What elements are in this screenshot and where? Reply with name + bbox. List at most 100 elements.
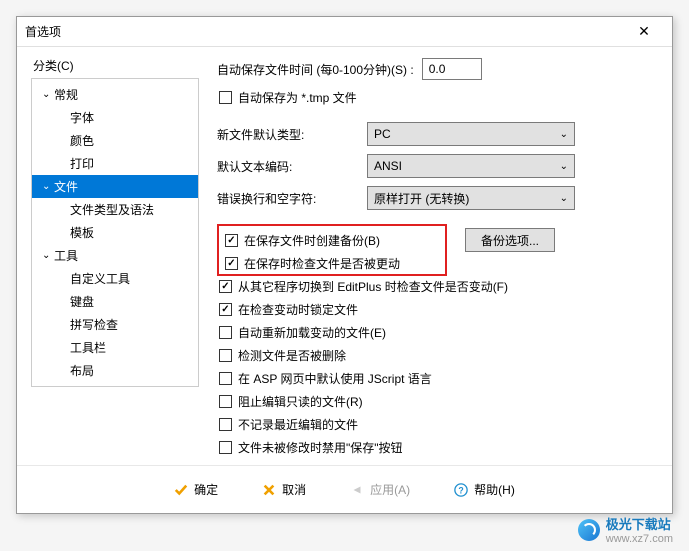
wrap-select[interactable]: 原样打开 (无转换) ⌄ [367, 186, 575, 210]
tree-label: 文件 [54, 178, 78, 195]
tree-item-toolbar[interactable]: 工具栏 [32, 336, 198, 359]
check-on-save-check-modified[interactable]: 在保存时检查文件是否被更动 [223, 255, 441, 272]
arrow-left-icon [350, 483, 364, 497]
tree-label: 颜色 [70, 132, 94, 149]
tree-item-print[interactable]: 打印 [32, 152, 198, 175]
titlebar: 首选项 ✕ [17, 17, 672, 47]
category-tree: ⌄ 常规 字体 颜色 打印 ⌄ 文件 文件类型及语法 模板 ⌄ 工具 自定义工具… [31, 78, 199, 387]
help-label: 帮助(H) [474, 481, 515, 498]
help-button[interactable]: ? 帮助(H) [446, 477, 523, 502]
default-encoding-label: 默认文本编码: [217, 158, 367, 175]
backup-button-label: 备份选项... [481, 232, 539, 249]
chevron-down-icon: ⌄ [560, 193, 568, 204]
apply-button[interactable]: 应用(A) [342, 477, 418, 502]
tree-item-file[interactable]: ⌄ 文件 [32, 175, 198, 198]
check-label: 检测文件是否被删除 [238, 347, 346, 364]
checkbox-icon [219, 326, 232, 339]
chevron-down-icon: ⌄ [560, 129, 568, 140]
check-icon [174, 483, 188, 497]
check-asp-jscript[interactable]: 在 ASP 网页中默认使用 JScript 语言 [217, 370, 658, 387]
tree-item-templates[interactable]: 模板 [32, 221, 198, 244]
checkbox-icon [219, 372, 232, 385]
autosave-tmp-row[interactable]: 自动保存为 *.tmp 文件 [217, 89, 658, 106]
tree-label: 键盘 [70, 293, 94, 310]
close-icon: ✕ [638, 23, 650, 40]
watermark-url: www.xz7.com [606, 533, 673, 545]
chevron-down-icon: ⌄ [560, 161, 568, 172]
watermark-icon [578, 519, 600, 541]
svg-text:?: ? [458, 485, 463, 495]
tree-item-color[interactable]: 颜色 [32, 129, 198, 152]
autosave-tmp-label: 自动保存为 *.tmp 文件 [238, 89, 357, 106]
tree-item-customtools[interactable]: 自定义工具 [32, 267, 198, 290]
question-icon: ? [454, 483, 468, 497]
tree-item-font[interactable]: 字体 [32, 106, 198, 129]
tree-item-spellcheck[interactable]: 拼写检查 [32, 313, 198, 336]
wrap-label: 错误换行和空字符: [217, 190, 367, 207]
check-auto-reload[interactable]: 自动重新加载变动的文件(E) [217, 324, 658, 341]
checkbox-icon [225, 234, 238, 247]
check-no-recent[interactable]: 不记录最近编辑的文件 [217, 416, 658, 433]
autosave-label: 自动保存文件时间 (每0-100分钟)(S) : [217, 61, 414, 78]
cancel-button[interactable]: 取消 [254, 477, 314, 502]
ok-button[interactable]: 确定 [166, 477, 226, 502]
tree-item-tools[interactable]: ⌄ 工具 [32, 244, 198, 267]
new-file-type-select[interactable]: PC ⌄ [367, 122, 575, 146]
main-panel: 自动保存文件时间 (每0-100分钟)(S) : 自动保存为 *.tmp 文件 … [199, 57, 658, 465]
check-readonly-block[interactable]: 阻止编辑只读的文件(R) [217, 393, 658, 410]
new-file-type-label: 新文件默认类型: [217, 126, 367, 143]
default-encoding-select[interactable]: ANSI ⌄ [367, 154, 575, 178]
tree-label: 布局 [70, 362, 94, 379]
preferences-window: 首选项 ✕ 分类(C) ⌄ 常规 字体 颜色 打印 ⌄ 文件 文件类型及语法 模… [16, 16, 673, 514]
tree-item-layout[interactable]: 布局 [32, 359, 198, 382]
check-label: 在保存时检查文件是否被更动 [244, 255, 400, 272]
select-value: PC [374, 127, 391, 141]
autosave-row: 自动保存文件时间 (每0-100分钟)(S) : [217, 57, 658, 81]
new-file-type-row: 新文件默认类型: PC ⌄ [217, 122, 658, 146]
tree-label: 常规 [54, 86, 78, 103]
close-button[interactable]: ✕ [624, 18, 664, 46]
apply-label: 应用(A) [370, 481, 410, 498]
check-disable-save[interactable]: 文件未被修改时禁用"保存"按钮 [217, 439, 658, 456]
tree-label: 字体 [70, 109, 94, 126]
check-label: 文件未被修改时禁用"保存"按钮 [238, 439, 403, 456]
watermark-name: 极光下载站 [606, 514, 673, 533]
checkbox-icon [219, 280, 232, 293]
tree-label: 工具栏 [70, 339, 106, 356]
autosave-input[interactable] [422, 58, 482, 80]
x-icon [262, 483, 276, 497]
select-value: 原样打开 (无转换) [374, 190, 469, 207]
sidebar-wrapper: 分类(C) ⌄ 常规 字体 颜色 打印 ⌄ 文件 文件类型及语法 模板 ⌄ 工具 [31, 57, 199, 465]
content-area: 分类(C) ⌄ 常规 字体 颜色 打印 ⌄ 文件 文件类型及语法 模板 ⌄ 工具 [17, 47, 672, 465]
check-detect-external-change[interactable]: 从其它程序切换到 EditPlus 时检查文件是否变动(F) [217, 278, 658, 295]
checkbox-icon [219, 349, 232, 362]
check-label: 从其它程序切换到 EditPlus 时检查文件是否变动(F) [238, 278, 508, 295]
tree-label: 工具 [54, 247, 78, 264]
watermark-text: 极光下载站 www.xz7.com [606, 514, 673, 545]
check-lock-on-check[interactable]: 在检查变动时锁定文件 [217, 301, 658, 318]
check-label: 阻止编辑只读的文件(R) [238, 393, 363, 410]
check-label: 自动重新加载变动的文件(E) [238, 324, 386, 341]
chevron-down-icon: ⌄ [42, 250, 54, 261]
checkbox-icon [219, 418, 232, 431]
tree-item-general[interactable]: ⌄ 常规 [32, 83, 198, 106]
tree-label: 打印 [70, 155, 94, 172]
checkbox-icon [219, 91, 232, 104]
tree-item-keyboard[interactable]: 键盘 [32, 290, 198, 313]
highlight-box: 在保存文件时创建备份(B) 在保存时检查文件是否被更动 [217, 224, 447, 276]
backup-options-button[interactable]: 备份选项... [465, 228, 555, 252]
checkbox-icon [225, 257, 238, 270]
check-create-backup[interactable]: 在保存文件时创建备份(B) [223, 232, 441, 249]
ok-label: 确定 [194, 481, 218, 498]
cancel-label: 取消 [282, 481, 306, 498]
tree-item-filetypes[interactable]: 文件类型及语法 [32, 198, 198, 221]
check-label: 不记录最近编辑的文件 [238, 416, 358, 433]
chevron-down-icon: ⌄ [42, 181, 54, 192]
check-detect-deleted[interactable]: 检测文件是否被删除 [217, 347, 658, 364]
select-value: ANSI [374, 159, 402, 173]
default-encoding-row: 默认文本编码: ANSI ⌄ [217, 154, 658, 178]
chevron-down-icon: ⌄ [42, 89, 54, 100]
check-label: 在保存文件时创建备份(B) [244, 232, 380, 249]
sidebar-label: 分类(C) [31, 57, 199, 74]
checkbox-icon [219, 303, 232, 316]
